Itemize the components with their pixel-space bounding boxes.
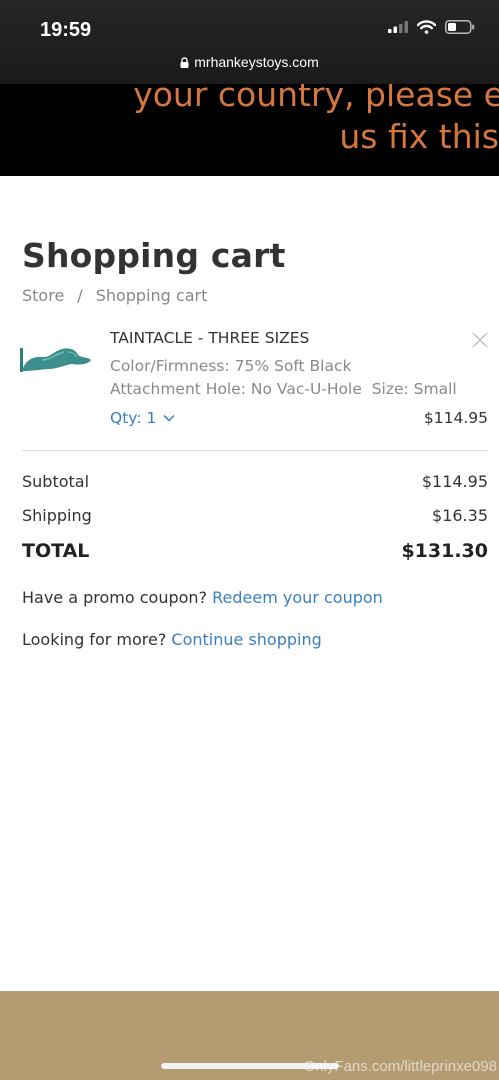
promo-row: Have a promo coupon? Redeem your coupon (22, 588, 383, 607)
continue-row: Looking for more? Continue shopping (22, 630, 322, 649)
redeem-coupon-link[interactable]: Redeem your coupon (212, 588, 383, 607)
quantity-select[interactable]: Qty: 1 (110, 409, 175, 427)
page-title: Shopping cart (22, 236, 286, 275)
wifi-icon (417, 20, 436, 34)
divider (22, 450, 488, 451)
breadcrumb: Store / Shopping cart (22, 286, 207, 305)
item-option-color: Color/Firmness: 75% Soft Black (110, 357, 352, 375)
url-text: mrhankeystoys.com (194, 54, 319, 70)
promo-text: Have a promo coupon? (22, 588, 208, 607)
total-label: TOTAL (22, 540, 90, 562)
shipping-label: Shipping (22, 506, 92, 525)
product-image[interactable] (20, 338, 92, 376)
signal-icon (388, 21, 408, 33)
banner-line: your country, please e (133, 84, 499, 114)
status-time: 19:59 (40, 19, 92, 41)
lock-icon (180, 57, 189, 68)
watermark: OnlyFans.com/littleprinxe098 (303, 1058, 497, 1075)
continue-shopping-link[interactable]: Continue shopping (171, 630, 321, 649)
subtotal-value: $114.95 (421, 472, 488, 491)
breadcrumb-separator: / (77, 286, 83, 305)
banner-line: us fix this (339, 117, 499, 156)
shipping-value: $16.35 (432, 506, 488, 525)
total-value: $131.30 (401, 540, 488, 562)
status-icons (388, 20, 475, 34)
breadcrumb-current: Shopping cart (95, 286, 208, 305)
item-price: $114.95 (423, 409, 488, 427)
address-bar[interactable]: mrhankeystoys.com (0, 54, 499, 70)
battery-icon (445, 20, 475, 34)
chevron-down-icon (163, 414, 175, 422)
quantity-label: Qty: 1 (110, 409, 157, 427)
subtotal-label: Subtotal (22, 472, 90, 491)
continue-text: Looking for more? (22, 630, 167, 649)
notice-banner: your country, please e us fix this (0, 84, 499, 176)
status-bar: 19:59 mrhankeystoys.com (0, 0, 499, 84)
breadcrumb-store-link[interactable]: Store (22, 286, 64, 305)
close-icon[interactable] (471, 331, 489, 349)
item-name[interactable]: TAINTACLE - THREE SIZES (110, 329, 309, 347)
item-option-attachment: Attachment Hole: No Vac-U-Hole Size: Sma… (110, 380, 457, 398)
